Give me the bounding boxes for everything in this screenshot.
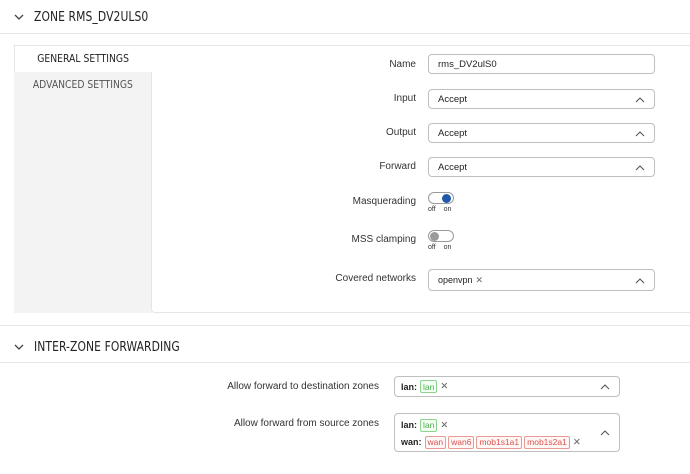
forwarding-section-title: INTER-ZONE FORWARDING xyxy=(34,339,180,355)
divider xyxy=(0,33,690,34)
name-value: rms_DV2ulS0 xyxy=(438,58,497,70)
toggle-on-label: on xyxy=(443,206,452,213)
tab-label: GENERAL SETTINGS xyxy=(37,53,130,65)
zone-label: lan: xyxy=(401,381,418,392)
close-icon[interactable]: ✕ xyxy=(573,437,581,448)
network-chip[interactable]: openvpn ✕ xyxy=(438,275,483,286)
src-lan-row: lan: lan ✕ xyxy=(401,418,450,432)
dest-zones-select[interactable]: lan: lan ✕ xyxy=(394,376,620,397)
forwarding-section-header[interactable]: INTER-ZONE FORWARDING xyxy=(0,336,192,358)
covered-networks-label: Covered networks xyxy=(335,273,416,284)
output-value: Accept xyxy=(438,127,468,139)
close-icon[interactable]: ✕ xyxy=(440,381,448,392)
name-label: Name xyxy=(389,59,416,70)
close-icon[interactable]: ✕ xyxy=(476,275,484,286)
toggle-knob xyxy=(442,193,451,203)
masquerading-label: Masquerading xyxy=(352,196,416,207)
input-label: Input xyxy=(393,93,416,104)
chevron-up-icon xyxy=(600,384,610,390)
toggle-off-label: off xyxy=(428,244,436,251)
src-zones-select[interactable]: lan: lan ✕ wan: wan wan6 mob1s1a1 mob1s2… xyxy=(394,413,620,452)
chip-label: openvpn xyxy=(438,275,473,285)
toggle-on-label: on xyxy=(443,244,452,251)
mss-clamping-toggle-labels: off on xyxy=(428,244,451,251)
zone-section-title: ZONE RMS_DV2ULS0 xyxy=(34,9,149,25)
zone-section-header[interactable]: ZONE RMS_DV2ULS0 xyxy=(0,6,158,28)
forward-value: Accept xyxy=(438,161,468,173)
output-label: Output xyxy=(385,127,416,138)
covered-networks-select[interactable]: openvpn ✕ xyxy=(428,269,655,291)
input-value: Accept xyxy=(438,93,468,105)
tab-advanced-settings[interactable]: ADVANCED SETTINGS xyxy=(14,72,152,98)
input-select[interactable]: Accept xyxy=(428,89,655,109)
name-input[interactable]: rms_DV2ulS0 xyxy=(428,54,655,74)
forward-select[interactable]: Accept xyxy=(428,157,655,177)
zone-tag: mob1s1a1 xyxy=(476,435,523,449)
chevron-down-icon[interactable] xyxy=(10,8,28,26)
chevron-up-icon xyxy=(635,97,645,103)
zone-tag: lan xyxy=(420,380,438,393)
zone-label: lan: xyxy=(401,420,418,430)
close-icon[interactable]: ✕ xyxy=(440,420,448,431)
toggle-off-label: off xyxy=(428,206,436,213)
toggle-knob xyxy=(430,231,439,241)
zone-tag: lan xyxy=(420,418,438,432)
dest-zones-label: Allow forward to destination zones xyxy=(227,381,379,392)
mss-clamping-toggle[interactable] xyxy=(428,230,454,242)
chevron-up-icon xyxy=(635,131,645,137)
chevron-up-icon xyxy=(635,165,645,171)
src-zones-label: Allow forward from source zones xyxy=(233,418,379,429)
zone-tag: wan6 xyxy=(448,435,475,449)
output-select[interactable]: Accept xyxy=(428,123,655,143)
chevron-down-icon[interactable] xyxy=(10,338,28,356)
tab-general-settings[interactable]: GENERAL SETTINGS xyxy=(14,45,152,72)
divider xyxy=(0,362,690,363)
zone-tag: mob1s2a1 xyxy=(524,435,570,449)
masquerading-toggle[interactable] xyxy=(428,192,454,204)
mss-clamping-label: MSS clamping xyxy=(351,234,416,245)
tab-label: ADVANCED SETTINGS xyxy=(32,79,134,91)
chevron-up-icon xyxy=(600,430,610,436)
divider xyxy=(0,325,690,326)
zone-tag: wan xyxy=(424,435,447,449)
chevron-up-icon xyxy=(635,278,645,284)
masquerading-toggle-labels: off on xyxy=(428,206,451,213)
forward-label: Forward xyxy=(379,161,416,172)
src-wan-row: wan: wan wan6 mob1s1a1 mob1s2a1 ✕ xyxy=(401,435,583,449)
zone-label: wan: xyxy=(401,437,422,447)
